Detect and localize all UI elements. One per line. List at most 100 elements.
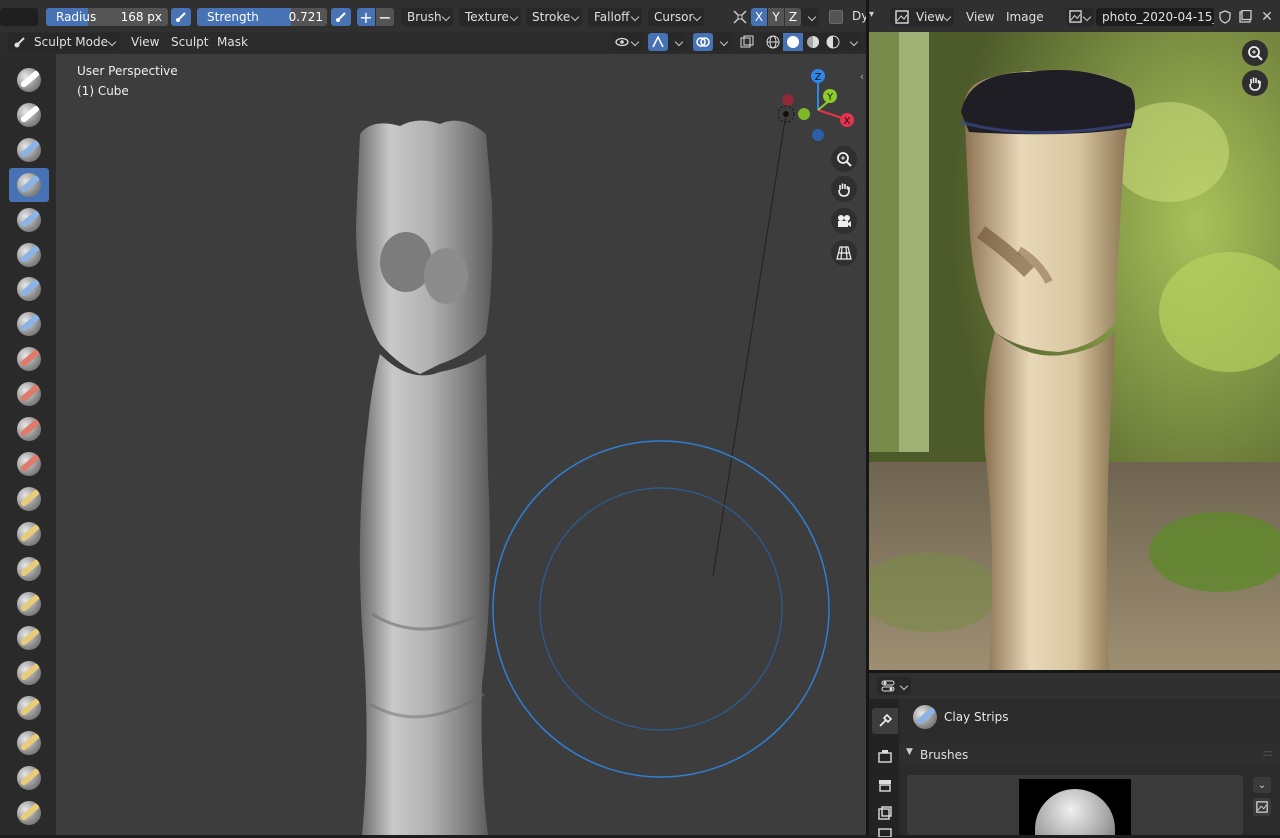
mask-menu[interactable]: Mask xyxy=(217,32,248,52)
view-menu[interactable]: View xyxy=(131,32,159,52)
brush-list-dropdown-icon[interactable]: ⌄ xyxy=(1253,777,1271,793)
dyntopo-checkbox[interactable] xyxy=(829,10,843,24)
draw-sharp-tool[interactable] xyxy=(9,98,49,132)
pinch-tool[interactable] xyxy=(9,552,49,586)
rendered-shading-icon[interactable] xyxy=(823,33,843,51)
image-view-menu[interactable]: View xyxy=(966,7,994,27)
fill-tool[interactable] xyxy=(9,447,49,481)
material-shading-icon[interactable] xyxy=(803,33,823,51)
wireframe-shading-icon[interactable] xyxy=(763,33,783,51)
tool-icon-placeholder[interactable] xyxy=(0,8,38,26)
add-direction-button[interactable]: + xyxy=(357,8,375,27)
gizmo-dropdown[interactable] xyxy=(668,33,686,51)
radius-slider[interactable]: Radius 168 px xyxy=(46,8,168,26)
image-pan-hand-icon[interactable] xyxy=(1242,70,1268,96)
sculpt-menu[interactable]: Sculpt xyxy=(171,32,208,52)
nudge-brush-icon xyxy=(17,766,41,790)
unlink-image-icon[interactable]: ✕ xyxy=(1258,8,1276,26)
render-tab-icon[interactable] xyxy=(872,743,898,769)
crease-brush-icon xyxy=(17,347,41,372)
strength-slider[interactable]: Strength 0.721 xyxy=(197,8,327,26)
snake-hook-tool[interactable] xyxy=(9,656,49,690)
rotate-tool[interactable] xyxy=(9,796,49,830)
camera-icon[interactable] xyxy=(831,208,857,234)
overlay-dropdown[interactable] xyxy=(713,33,731,51)
image-zoom-icon[interactable] xyxy=(1242,40,1268,66)
falloff-menu[interactable]: Falloff xyxy=(588,8,642,26)
reference-image[interactable] xyxy=(869,32,1280,670)
shading-dropdown[interactable] xyxy=(843,33,861,51)
pose-tool[interactable] xyxy=(9,726,49,760)
nudge-tool[interactable] xyxy=(9,761,49,795)
texture-menu[interactable]: Texture xyxy=(459,8,521,26)
draw-tool[interactable] xyxy=(9,63,49,97)
svg-text:X: X xyxy=(844,116,851,127)
dyntopo-dropdown[interactable]: ▾ xyxy=(869,9,874,20)
brushes-panel-title: Brushes xyxy=(920,748,969,762)
output-tab-icon[interactable] xyxy=(872,772,898,798)
flatten-tool[interactable] xyxy=(9,412,49,446)
brush-menu[interactable]: Brush xyxy=(401,8,453,26)
symmetry-options-dropdown[interactable] xyxy=(801,8,819,26)
elastic-deform-brush-icon xyxy=(17,626,41,651)
strength-value: 0.721 xyxy=(288,10,323,24)
perspective-grid-icon[interactable] xyxy=(831,240,857,266)
new-image-icon[interactable] xyxy=(1236,8,1254,26)
properties-editor-type-dropdown[interactable] xyxy=(877,677,911,695)
grab-tool[interactable] xyxy=(9,587,49,621)
scene-tab-icon[interactable] xyxy=(872,826,898,838)
fake-user-shield-icon[interactable] xyxy=(1216,8,1234,26)
viewport-3d[interactable]: User Perspective (1) Cube Z X Y xyxy=(0,54,866,835)
radius-value: 168 px xyxy=(120,10,162,24)
brush-cursor xyxy=(492,440,830,778)
multiplane-scrape-tool[interactable] xyxy=(9,517,49,551)
view-layer-tab-icon[interactable] xyxy=(872,800,898,826)
radius-pressure-icon[interactable] xyxy=(171,8,191,26)
layer-tool[interactable] xyxy=(9,238,49,272)
panel-drag-handle-icon[interactable]: :::: xyxy=(1263,748,1274,759)
thumb-brush-icon xyxy=(17,696,41,721)
mirror-x-button[interactable]: X xyxy=(751,8,767,26)
scrape-brush-icon xyxy=(17,486,41,511)
image-name-field[interactable]: photo_2020-04-15_... xyxy=(1096,8,1214,26)
clay-strips-tool[interactable] xyxy=(9,167,49,202)
pan-hand-icon[interactable] xyxy=(831,176,857,202)
fill-brush-icon xyxy=(17,451,41,476)
inflate-tool[interactable] xyxy=(9,272,49,306)
tool-settings-tab-icon[interactable] xyxy=(872,708,898,734)
subtract-direction-button[interactable]: − xyxy=(376,8,394,27)
cursor-menu[interactable]: Cursor xyxy=(648,8,704,26)
elastic-deform-tool[interactable] xyxy=(9,621,49,655)
draw-brush-icon xyxy=(17,68,41,92)
visibility-dropdown[interactable] xyxy=(612,33,642,51)
navigation-gizmo[interactable]: Z X Y xyxy=(778,66,858,146)
clay-tool[interactable] xyxy=(9,133,49,167)
image-menu[interactable]: Image xyxy=(1006,7,1044,27)
thumb-tool[interactable] xyxy=(9,691,49,725)
image-browse-dropdown[interactable] xyxy=(1066,8,1094,26)
scrape-tool[interactable] xyxy=(9,482,49,516)
brush-preview-frame[interactable] xyxy=(907,775,1243,835)
brush-selector[interactable]: Clay Strips xyxy=(905,703,1275,733)
brush-preview-thumbnail xyxy=(1019,779,1131,835)
svg-text:Z: Z xyxy=(815,72,822,83)
mirror-z-button[interactable]: Z xyxy=(785,8,801,26)
solid-shading-icon[interactable] xyxy=(783,33,803,51)
crease-tool[interactable] xyxy=(9,342,49,376)
mirror-y-button[interactable]: Y xyxy=(768,8,784,26)
brush-image-icon[interactable] xyxy=(1253,798,1271,816)
stroke-menu[interactable]: Stroke xyxy=(526,8,582,26)
blob-tool[interactable] xyxy=(9,307,49,341)
clay-brush-icon xyxy=(17,137,41,162)
layer-brush-icon xyxy=(17,242,41,267)
image-name: photo_2020-04-15_... xyxy=(1102,10,1214,24)
gizmo-toggle-icon[interactable] xyxy=(648,33,668,51)
brushes-panel-header[interactable]: ▼ Brushes :::: xyxy=(899,744,1280,766)
clay-thumb-tool[interactable] xyxy=(9,203,49,237)
zoom-icon[interactable] xyxy=(831,146,857,172)
symmetry-icon[interactable] xyxy=(731,8,749,26)
smooth-tool[interactable] xyxy=(9,377,49,411)
xray-toggle-icon[interactable] xyxy=(737,33,757,51)
strength-pressure-icon[interactable] xyxy=(331,8,351,26)
overlay-toggle-icon[interactable] xyxy=(693,33,713,51)
